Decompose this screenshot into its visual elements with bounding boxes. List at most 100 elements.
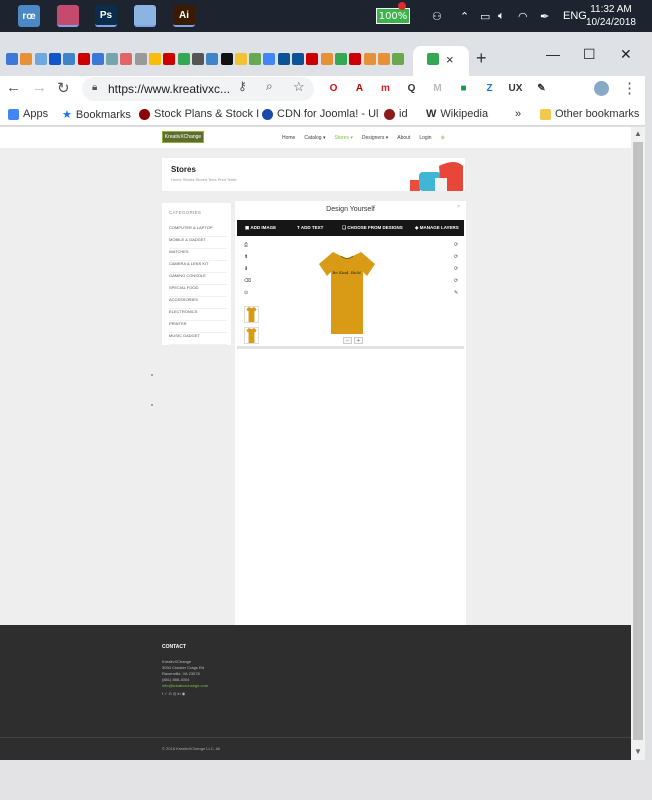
zoom-in-button[interactable]: + xyxy=(354,337,363,344)
nav-login[interactable]: Login xyxy=(419,135,431,141)
tab-favicon[interactable] xyxy=(206,53,219,65)
download-icon[interactable]: ⬇ xyxy=(244,266,248,272)
tab-favicon[interactable] xyxy=(91,53,104,65)
tab-favicon[interactable] xyxy=(334,53,347,65)
upload-icon[interactable]: ⬆ xyxy=(244,254,248,260)
key-icon[interactable]: ⚷ xyxy=(238,79,247,93)
rotate-icon[interactable]: ⟳ xyxy=(454,266,458,272)
back-icon[interactable]: ← xyxy=(6,79,21,96)
wifi-icon[interactable]: ◠ xyxy=(518,0,528,32)
tab-favicon[interactable] xyxy=(292,53,304,65)
opera-icon[interactable]: O xyxy=(327,82,340,95)
tab-favicon[interactable] xyxy=(106,53,119,65)
tab-favicon[interactable] xyxy=(34,53,47,65)
other-bookmarks[interactable]: Other bookmarks xyxy=(540,108,639,120)
people-icon[interactable]: ⚇ xyxy=(432,0,442,32)
adobe-pdf-icon[interactable]: A xyxy=(353,82,366,95)
footer-social-icons[interactable]: f ✓ G ◎ in ◉ xyxy=(162,691,185,696)
tab-favicon[interactable] xyxy=(363,53,376,65)
cart-icon[interactable]: ⊕ xyxy=(441,135,445,141)
power-icon[interactable]: ▭ xyxy=(480,0,490,32)
zoom-icon[interactable]: ⌕ xyxy=(266,79,273,94)
bookmark-stock-plans[interactable]: Stock Plans & Stock I xyxy=(139,108,259,120)
nav-about[interactable]: About xyxy=(397,135,410,141)
search-ext-icon[interactable]: Q xyxy=(405,82,418,95)
tab-favicon[interactable] xyxy=(277,53,290,65)
zoom-out-button[interactable]: − xyxy=(343,337,352,344)
minimize-button[interactable]: — xyxy=(546,46,560,62)
category-item[interactable]: ELECTRONICS xyxy=(169,309,227,321)
tab-favicon[interactable] xyxy=(191,53,204,65)
nav-home[interactable]: Home xyxy=(282,135,295,141)
zotero-icon[interactable]: Z xyxy=(483,82,496,95)
rotate-icon[interactable]: ⟳ xyxy=(454,242,458,248)
nav-stores[interactable]: Stores ▾ xyxy=(334,135,352,141)
url-text[interactable]: https://www.kreativxc... xyxy=(108,82,230,96)
system-clock[interactable]: 11:32 AM 10/24/2018 xyxy=(586,3,636,29)
category-item[interactable]: SPECIAL FOOD xyxy=(169,285,227,297)
battery-indicator[interactable]: 100% xyxy=(376,8,410,24)
mendeley-icon[interactable]: m xyxy=(379,82,392,95)
close-tab-icon[interactable]: × xyxy=(446,52,454,67)
bookmark-id[interactable]: id xyxy=(384,108,408,120)
scrollbar-thumb[interactable] xyxy=(633,142,643,740)
bookmark-apps[interactable]: Apps xyxy=(8,108,48,120)
tab-favicon[interactable] xyxy=(177,53,190,65)
tab-favicon[interactable] xyxy=(149,53,161,65)
design-canvas[interactable]: ⎙ ⬆ ⬇ ⌫ ⊙ ⟳ ⟳ ⟳ ⟳ ✎ Be Kind. Rich! − + xyxy=(237,236,464,349)
tab-favicon[interactable] xyxy=(349,53,362,65)
shirt-print-text[interactable]: Be Kind. Rich! xyxy=(332,270,362,275)
rocket-app-icon[interactable]: rœ xyxy=(18,5,40,27)
print-icon[interactable]: ⎙ xyxy=(244,242,248,248)
maximize-button[interactable]: ☐ xyxy=(583,46,596,63)
preview-icon[interactable]: ⊙ xyxy=(244,290,248,296)
add-text-button[interactable]: T ADD TEXT xyxy=(297,225,323,230)
tab-favicon[interactable] xyxy=(249,53,262,65)
category-item[interactable]: MUSIC GADGET xyxy=(169,333,227,345)
gmail-icon[interactable]: M xyxy=(431,82,444,95)
tab-favicon[interactable] xyxy=(134,53,147,65)
choose-designs-button[interactable]: ❏ CHOOSE FROM DESIGNS xyxy=(342,225,403,231)
volume-icon[interactable]: 🔈︎ xyxy=(498,0,505,32)
bookmarks-overflow-button[interactable]: » xyxy=(515,108,521,120)
ux-icon[interactable]: UX xyxy=(509,82,523,95)
clipboard-icon[interactable]: ✎ xyxy=(535,82,548,95)
tab-favicon[interactable] xyxy=(48,53,61,65)
footer-email[interactable]: info@kreativxchange.com xyxy=(162,683,208,688)
tab-favicon[interactable] xyxy=(234,53,247,65)
reload-icon[interactable]: ↻ xyxy=(57,79,70,97)
carousel-dot[interactable] xyxy=(151,404,153,406)
avatar[interactable] xyxy=(594,81,609,96)
tab-favicon[interactable] xyxy=(377,53,390,65)
scroll-down-icon[interactable]: ▼ xyxy=(634,747,642,756)
active-tab[interactable] xyxy=(413,46,469,76)
tab-favicon[interactable] xyxy=(392,53,405,65)
pen-icon[interactable]: ✒ xyxy=(540,0,549,32)
forward-icon[interactable]: → xyxy=(32,79,47,96)
category-item[interactable]: COMPUTER & LAPTOP xyxy=(169,225,227,237)
bookmark-wikipedia[interactable]: W Wikipedia xyxy=(426,108,488,120)
tab-favicon[interactable] xyxy=(220,53,233,65)
new-tab-button[interactable]: + xyxy=(476,48,487,69)
edit-icon[interactable]: ✎ xyxy=(454,290,458,296)
illustrator-icon[interactable]: Ai xyxy=(173,5,195,27)
rotate-icon[interactable]: ⟳ xyxy=(454,278,458,284)
page-scrollbar[interactable]: ▲ ▼ xyxy=(631,127,645,760)
bookmark-cdn-joomla[interactable]: CDN for Joomla! - Ul xyxy=(262,108,378,120)
category-item[interactable]: MOBILE & GADGET xyxy=(169,237,227,249)
tab-favicon[interactable] xyxy=(163,53,176,65)
menu-icon[interactable]: ⋮ xyxy=(622,79,637,97)
shirt-front-thumbnail[interactable] xyxy=(244,306,259,323)
address-bar[interactable]: 🔒︎ https://www.kreativxc... xyxy=(82,77,314,101)
shirt-back-thumbnail[interactable] xyxy=(244,327,259,344)
category-item[interactable]: CAMERA & LENS KIT xyxy=(169,261,227,273)
close-window-button[interactable]: ✕ xyxy=(620,46,632,63)
manage-layers-button[interactable]: ◈ MANAGE LAYERS xyxy=(415,225,459,231)
nav-catalog[interactable]: Catalog ▾ xyxy=(304,135,325,141)
category-item[interactable]: ACCESSORIES xyxy=(169,297,227,309)
add-image-button[interactable]: ▣ ADD IMAGE xyxy=(245,225,276,231)
notepad-icon[interactable] xyxy=(134,5,156,27)
category-item[interactable]: PRINTER xyxy=(169,321,227,333)
settings-app-icon[interactable] xyxy=(57,5,79,27)
designer-close-icon[interactable]: × xyxy=(457,204,460,210)
